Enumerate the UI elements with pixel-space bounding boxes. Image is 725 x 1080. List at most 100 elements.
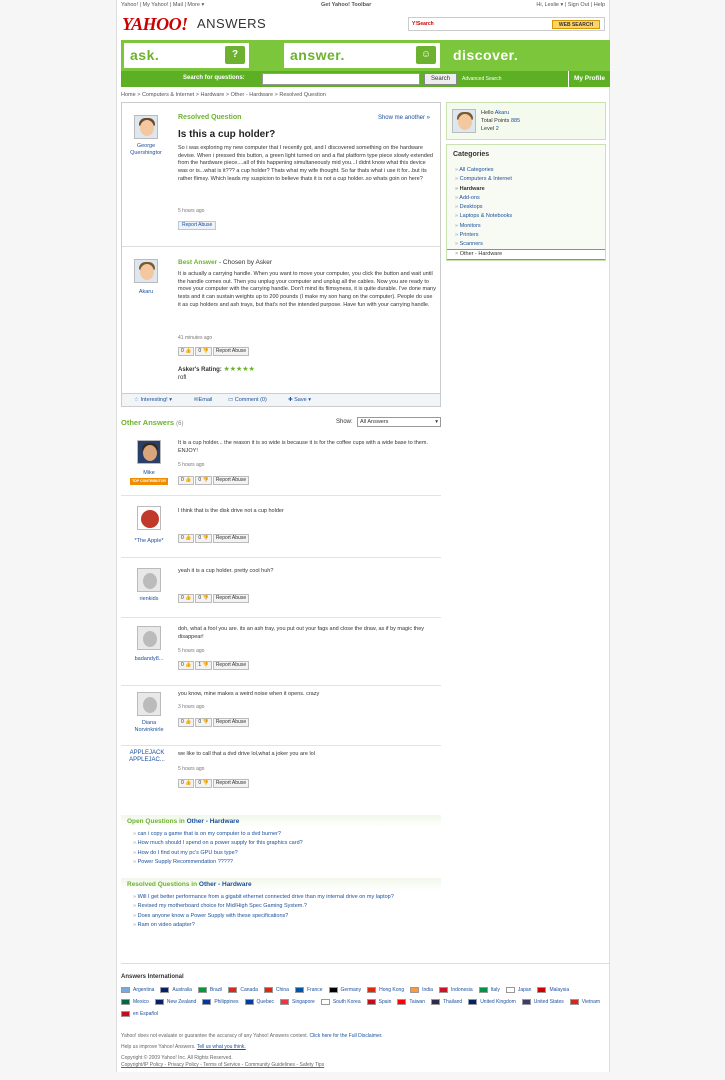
country-link[interactable]: New Zealand (154, 998, 196, 1006)
answer-avatar[interactable] (137, 440, 161, 464)
resolved-questions-category-link[interactable]: Other - Hardware (199, 881, 252, 888)
my-profile-link[interactable]: My Profile (568, 71, 610, 87)
tab-answer[interactable]: answer. ☺ (284, 43, 440, 68)
user-name-link[interactable]: Akaru (495, 110, 509, 116)
country-link[interactable]: Mexico (121, 998, 149, 1006)
country-link[interactable]: India (410, 986, 433, 994)
country-link[interactable]: Argentina (121, 986, 154, 994)
best-answer-avatar[interactable] (134, 259, 158, 283)
resolved-question-link[interactable]: Ram on video adapter? (133, 921, 394, 930)
country-link[interactable]: United Kingdom (468, 998, 516, 1006)
thumbs-up-button[interactable]: 0 👍 (178, 347, 195, 356)
thumbs-up-button[interactable]: 0 👍 (178, 718, 195, 727)
country-link[interactable]: Brazil (197, 986, 222, 994)
report-abuse-button[interactable]: Report Abuse (212, 594, 250, 603)
open-question-link[interactable]: How much should I spend on a power suppl… (133, 839, 303, 848)
country-link[interactable]: France (294, 986, 323, 994)
help-link[interactable]: Help (594, 2, 605, 8)
comment-button[interactable]: ▭ Comment (0) (228, 397, 267, 403)
country-link[interactable]: Malaysia (537, 986, 569, 994)
resolved-question-link[interactable]: Will I get better performance from a gig… (133, 893, 394, 902)
thumbs-up-button[interactable]: 0 👍 (178, 661, 195, 670)
report-abuse-button[interactable]: Report Abuse (212, 476, 250, 485)
tab-ask[interactable]: ask. ? (124, 43, 249, 68)
thumbs-down-button[interactable]: 0 👎 (195, 594, 212, 603)
save-button[interactable]: ✚ Save ▾ (288, 397, 311, 403)
open-questions-category-link[interactable]: Other - Hardware (187, 818, 240, 825)
sign-out-link[interactable]: Sign Out (568, 2, 589, 8)
answer-user[interactable]: Diana Norvinknirle (129, 720, 169, 733)
category-printers[interactable]: Printers (455, 231, 512, 240)
thumbs-down-button[interactable]: 1 👎 (195, 661, 212, 670)
util-link-yahoo[interactable]: Yahoo! (121, 2, 138, 8)
advanced-search-link[interactable]: Advanced Search (462, 76, 501, 82)
disclaimer-link[interactable]: Click here for the Full Disclaimer. (309, 1033, 382, 1039)
country-link[interactable]: Vietnam (569, 998, 600, 1006)
report-abuse-button[interactable]: Report Abuse (212, 718, 250, 727)
footer-links[interactable]: Copyright/IP Policy - Privacy Policy - T… (121, 1062, 324, 1068)
show-another-link[interactable]: Show me another » (378, 115, 430, 121)
util-link-mail[interactable]: Mail (173, 2, 183, 8)
country-link[interactable]: Indonesia (438, 986, 473, 994)
feedback-link[interactable]: Tell us what you think. (197, 1044, 246, 1050)
thumbs-down-button[interactable]: 0 👎 (195, 779, 212, 788)
thumbs-up-button[interactable]: 0 👍 (178, 594, 195, 603)
country-link[interactable]: Canada (228, 986, 258, 994)
open-question-link[interactable]: Power Supply Recommendation ????? (133, 858, 303, 867)
question-report-abuse-button[interactable]: Report Abuse (178, 221, 217, 230)
util-link-more[interactable]: More ▾ (187, 2, 204, 8)
country-link[interactable]: South Korea (320, 998, 361, 1006)
tab-discover[interactable]: discover. (453, 47, 518, 63)
thumbs-up-button[interactable]: 0 👍 (178, 779, 195, 788)
country-link[interactable]: Spain (366, 998, 391, 1006)
open-question-link[interactable]: How do I find out my pc's GPU bus type? (133, 849, 303, 858)
user-level[interactable]: 2 (496, 126, 499, 132)
thumbs-down-button[interactable]: 0 👎 (195, 534, 212, 543)
answer-user[interactable]: *The Apple* (129, 538, 169, 545)
web-search-button[interactable]: WEB SEARCH (552, 20, 600, 29)
thumbs-up-button[interactable]: 0 👍 (178, 534, 195, 543)
best-answer-report-abuse-button[interactable]: Report Abuse (212, 347, 250, 356)
default-avatar-icon[interactable] (137, 692, 161, 716)
resolved-question-link[interactable]: Does anyone know a Power Supply with the… (133, 912, 394, 921)
country-link[interactable]: Australia (160, 986, 192, 994)
country-link[interactable]: Italy (478, 986, 500, 994)
thumbs-down-button[interactable]: 0 👎 (195, 347, 212, 356)
answer-avatar[interactable] (137, 506, 161, 530)
country-link[interactable]: Germany (328, 986, 361, 994)
breadcrumb[interactable]: Home > Computers & Internet > Hardware >… (121, 92, 326, 98)
category-hardware[interactable]: Hardware (455, 185, 512, 194)
country-link[interactable]: en Español (121, 1010, 158, 1018)
report-abuse-button[interactable]: Report Abuse (212, 779, 250, 788)
user-avatar[interactable] (452, 109, 476, 133)
search-button[interactable]: Search (424, 73, 457, 85)
country-link[interactable]: United States (521, 998, 564, 1006)
answer-user[interactable]: rienkids (129, 596, 169, 603)
category-laptops[interactable]: Laptops & Notebooks (455, 212, 513, 221)
thumbs-up-button[interactable]: 0 👍 (178, 476, 195, 485)
default-avatar-icon[interactable] (137, 568, 161, 592)
country-link[interactable]: Philippines (202, 998, 239, 1006)
open-question-link[interactable]: can i copy a game that is on my computer… (133, 830, 303, 839)
asker-name[interactable]: George Quershingtor (126, 143, 166, 156)
web-search-input[interactable] (437, 20, 549, 29)
toolbar-promo-link[interactable]: Get Yahoo! Toolbar (321, 0, 371, 10)
category-monitors[interactable]: Monitors (455, 222, 512, 231)
answer-user[interactable]: Mike (129, 470, 169, 477)
best-answer-user[interactable]: Akaru (126, 289, 166, 296)
report-abuse-button[interactable]: Report Abuse (212, 661, 250, 670)
category-desktops[interactable]: Desktops (455, 203, 512, 212)
question-search-input[interactable] (262, 73, 420, 85)
interesting-button[interactable]: ☆ Interesting! ▾ (134, 397, 172, 403)
answer-user[interactable]: APPLEJACK APPLEJAC... (127, 750, 167, 763)
country-link[interactable]: Thailand (431, 998, 462, 1006)
category-computers-internet[interactable]: Computers & Internet (455, 175, 512, 184)
default-avatar-icon[interactable] (137, 626, 161, 650)
show-answers-select[interactable]: All Answers ▾ (357, 417, 441, 427)
answer-user[interactable]: badandy8... (129, 656, 169, 663)
category-all[interactable]: All Categories (455, 166, 512, 175)
thumbs-down-button[interactable]: 0 👎 (195, 718, 212, 727)
email-button[interactable]: ✉Email (194, 397, 212, 403)
total-points[interactable]: 885 (511, 118, 520, 124)
asker-avatar[interactable] (134, 115, 158, 139)
